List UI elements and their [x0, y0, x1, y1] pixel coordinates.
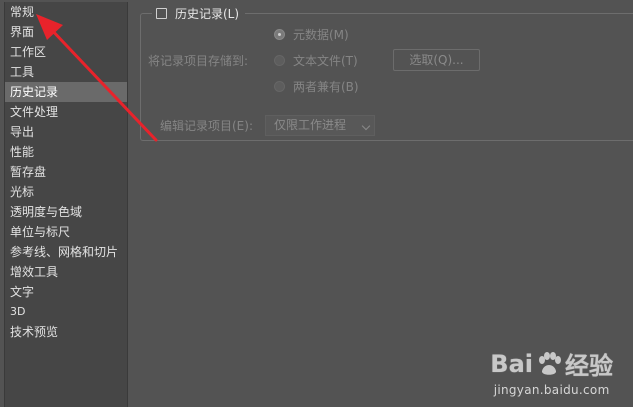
- sidebar-item-guides-grid-slices[interactable]: 参考线、网格和切片: [5, 242, 127, 262]
- history-title-label: 历史记录(L): [175, 6, 240, 21]
- sidebar-item-export[interactable]: 导出: [5, 122, 127, 142]
- edit-log-value: 仅限工作进程: [274, 118, 347, 132]
- sidebar-item-tools[interactable]: 工具: [5, 62, 127, 82]
- sidebar-item-plugins[interactable]: 增效工具: [5, 262, 127, 282]
- sidebar-list: 常规 界面 工作区 工具 历史记录 文件处理 导出 性能 暂存盘 光标 透明度与…: [5, 2, 127, 342]
- history-checkbox[interactable]: [156, 7, 167, 19]
- radio-metadata-button[interactable]: [274, 29, 285, 40]
- radio-metadata[interactable]: 元数据(M): [274, 26, 349, 43]
- radio-both-label: 两者兼有(B): [293, 80, 359, 94]
- sidebar-item-transparency-gamut[interactable]: 透明度与色域: [5, 202, 127, 222]
- sidebar-item-3d[interactable]: 3D: [5, 302, 127, 322]
- paw-icon: [539, 351, 561, 375]
- radio-both[interactable]: 两者兼有(B): [274, 78, 359, 95]
- save-to-label: 将记录项目存储到:: [148, 54, 249, 68]
- sidebar-item-performance[interactable]: 性能: [5, 142, 127, 162]
- radio-text-file-label: 文本文件(T): [293, 54, 358, 68]
- chevron-down-icon: [361, 121, 371, 131]
- radio-metadata-label: 元数据(M): [293, 28, 349, 42]
- sidebar-item-technology-previews[interactable]: 技术预览: [5, 322, 127, 342]
- radio-text-file-button[interactable]: [274, 55, 285, 66]
- sidebar-item-history[interactable]: 历史记录: [5, 82, 127, 102]
- sidebar-item-cursors[interactable]: 光标: [5, 182, 127, 202]
- radio-text-file[interactable]: 文本文件(T): [274, 52, 358, 69]
- watermark-logo: Bai 经验: [490, 346, 613, 381]
- sidebar-item-type[interactable]: 文字: [5, 282, 127, 302]
- watermark-url: jingyan.baidu.com: [493, 383, 610, 397]
- sidebar-item-units-rulers[interactable]: 单位与标尺: [5, 222, 127, 242]
- sidebar-item-interface[interactable]: 界面: [5, 22, 127, 42]
- edit-log-label: 编辑记录项目(E):: [160, 119, 253, 133]
- sidebar-item-general[interactable]: 常规: [5, 2, 127, 22]
- choose-button[interactable]: 选取(Q)...: [393, 49, 480, 71]
- sidebar-item-scratch-disks[interactable]: 暂存盘: [5, 162, 127, 182]
- sidebar-item-workspace[interactable]: 工作区: [5, 42, 127, 62]
- baidu-jingyan-watermark: Bai 经验 jingyan.baidu.com: [490, 346, 613, 398]
- watermark-logo-right: 经验: [565, 352, 613, 380]
- history-group-title[interactable]: 历史记录(L): [152, 3, 246, 23]
- sidebar-item-file-handling[interactable]: 文件处理: [5, 102, 127, 122]
- preferences-sidebar: 常规 界面 工作区 工具 历史记录 文件处理 导出 性能 暂存盘 光标 透明度与…: [4, 2, 128, 407]
- watermark-logo-left: Bai: [490, 349, 533, 378]
- edit-log-select[interactable]: 仅限工作进程: [265, 115, 375, 136]
- radio-both-button[interactable]: [274, 81, 285, 92]
